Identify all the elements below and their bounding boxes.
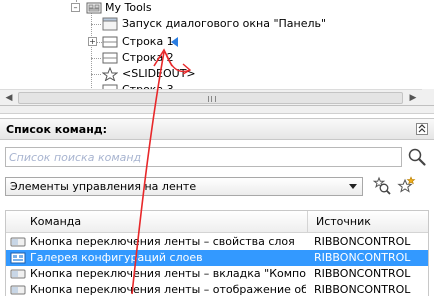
table-row[interactable]: Кнопка переключения ленты – отображение … [6, 282, 428, 296]
gallery-icon [10, 252, 26, 264]
ribbon-toggle-icon [10, 269, 26, 279]
row-command: Кнопка переключения ленты – отображение … [30, 283, 306, 296]
row-icon [102, 52, 118, 64]
scrollbar-thumb[interactable] [18, 92, 403, 104]
command-list-panel: Список команд: Элементы управления на ле… [0, 114, 434, 296]
find-command-icon[interactable] [372, 176, 392, 196]
star-icon [102, 67, 118, 81]
tree-item-label: <SLIDEOUT> [122, 67, 196, 80]
row-source: RIBBONCONTROL [314, 235, 411, 248]
search-icon[interactable] [407, 147, 427, 167]
row-source: RIBBONCONTROL [314, 251, 411, 264]
chevron-down-icon[interactable] [347, 180, 359, 193]
table-row[interactable]: Кнопка переключения ленты – вкладка "Ком… [6, 266, 428, 282]
row-source: RIBBONCONTROL [314, 283, 411, 296]
new-command-icon[interactable] [396, 176, 416, 196]
ribbon-toggle-icon [10, 285, 26, 295]
tree-item-label: Строка 1 [122, 35, 174, 48]
dialog-launcher-icon [102, 17, 118, 31]
command-filter-select[interactable]: Элементы управления на ленте [5, 177, 363, 196]
grip-icon [208, 96, 216, 102]
scroll-right-icon[interactable]: ▶ [405, 91, 421, 105]
column-header-command[interactable]: Команда [6, 211, 308, 233]
tree-guide-line [91, 58, 101, 59]
row-icon [102, 36, 118, 48]
insertion-marker-icon [171, 37, 178, 47]
tree-item-label: Запуск диалогового окна "Панель" [122, 17, 327, 30]
table-row-selected[interactable]: Галерея конфигураций слоев RIBBONCONTROL [6, 250, 428, 266]
row-source: RIBBONCONTROL [314, 267, 411, 280]
row-command: Кнопка переключения ленты – вкладка "Ком… [30, 267, 306, 280]
tree-item-row-1[interactable]: + Строка 1 [88, 34, 288, 50]
tree-guide-line [91, 74, 101, 75]
collapse-icon[interactable]: – [71, 3, 80, 12]
table-row[interactable]: Кнопка переключения ленты – свойства сло… [6, 234, 428, 250]
tree-item-my-tools[interactable]: – My Tools [70, 0, 370, 16]
command-table: Команда Источник Кнопка переключения лен… [5, 210, 429, 296]
column-header-source[interactable]: Источник [308, 211, 428, 233]
filter-selected-value: Элементы управления на ленте [10, 180, 197, 193]
tree-item-slideout[interactable]: <SLIDEOUT> [102, 66, 302, 82]
tree-item-dialog-launcher[interactable]: Запуск диалогового окна "Панель" [102, 16, 422, 32]
panel-title: Список команд: [6, 123, 108, 136]
tree-guide-line [91, 24, 101, 25]
row-command: Кнопка переключения ленты – свойства сло… [30, 235, 295, 248]
tree-item-label: Строка 2 [122, 51, 174, 64]
collapse-chevron-icon[interactable] [416, 123, 428, 135]
expand-icon[interactable]: + [88, 37, 97, 46]
row-command: Галерея конфигураций слоев [30, 251, 203, 264]
command-search-input[interactable] [5, 147, 402, 167]
table-header: Команда Источник [6, 211, 428, 233]
scroll-left-icon[interactable]: ◀ [1, 91, 17, 105]
panel-icon [86, 2, 102, 14]
ribbon-toggle-icon [10, 237, 26, 247]
tree-horizontal-scrollbar[interactable]: ◀ ▶ [0, 89, 422, 105]
command-list-header: Список команд: [0, 118, 434, 140]
scrollbar-corner [422, 89, 434, 105]
panel-splitter[interactable] [0, 106, 434, 114]
customization-tree: – My Tools Запуск диалогового окна "Пане… [0, 0, 434, 106]
tree-item-label: My Tools [105, 1, 152, 14]
tree-item-row-2[interactable]: Строка 2 [102, 50, 302, 66]
